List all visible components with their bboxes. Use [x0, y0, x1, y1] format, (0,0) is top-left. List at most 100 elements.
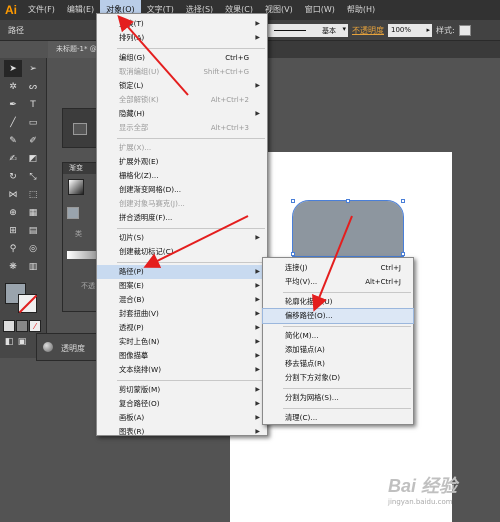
- rectangle-tool-icon[interactable]: ▭: [24, 114, 42, 131]
- submenu-item-add-anchor-points[interactable]: 添加锚点(A): [263, 343, 413, 357]
- shape-builder-tool-icon[interactable]: ⊕: [4, 204, 22, 221]
- menu-item-compound-path[interactable]: 复合路径(O) ▶: [97, 397, 267, 411]
- selection-handle[interactable]: [346, 199, 350, 203]
- menu-item-slice[interactable]: 切片(S) ▶: [97, 231, 267, 245]
- submenu-item-divide-objects-below[interactable]: 分割下方对象(D): [263, 371, 413, 385]
- selection-tool-icon[interactable]: ➤: [4, 60, 22, 77]
- menu-item-expand-appearance[interactable]: 扩展外观(E): [97, 155, 267, 169]
- perspective-grid-tool-icon[interactable]: ▦: [24, 204, 42, 221]
- menu-item-artboards[interactable]: 画板(A) ▶: [97, 411, 267, 425]
- menu-item-create-trim-marks[interactable]: 创建裁切标记(C): [97, 245, 267, 259]
- chevron-right-icon: ▸: [426, 26, 430, 34]
- blob-brush-tool-icon[interactable]: ✍: [4, 150, 22, 167]
- menu-help[interactable]: 帮助(H): [341, 0, 381, 20]
- submenu-item-join[interactable]: 连接(J) Ctrl+J: [263, 261, 413, 275]
- gradient-preview-swatch[interactable]: [68, 179, 84, 195]
- menu-item-unlock-all[interactable]: 全部解锁(K) Alt+Ctrl+2: [97, 93, 267, 107]
- column-graph-tool-icon[interactable]: ▥: [24, 258, 42, 275]
- rotate-tool-icon[interactable]: ↻: [4, 168, 22, 185]
- document-tab[interactable]: 未标题-1* @: [48, 41, 98, 58]
- menu-item-clipping-mask[interactable]: 剪切蒙版(M) ▶: [97, 383, 267, 397]
- menu-item-rasterize[interactable]: 栅格化(Z)...: [97, 169, 267, 183]
- submenu-item-offset-path[interactable]: 偏移路径(O)...: [262, 308, 414, 324]
- object-menu-dropdown: 变换(T) ▶ 排列(A) ▶ 编组(G) Ctrl+G 取消编组(U) Shift+C…: [96, 13, 268, 436]
- menu-separator: [283, 292, 411, 293]
- menu-item-group[interactable]: 编组(G) Ctrl+G: [97, 51, 267, 65]
- pencil-tool-icon[interactable]: ✐: [24, 132, 42, 149]
- type-tool-icon[interactable]: T: [24, 96, 42, 113]
- menu-item-transform[interactable]: 变换(T) ▶: [97, 17, 267, 31]
- submenu-item-remove-anchor-points[interactable]: 移去锚点(R): [263, 357, 413, 371]
- menu-item-blend[interactable]: 混合(B) ▶: [97, 293, 267, 307]
- selection-handle[interactable]: [291, 199, 295, 203]
- menu-edit[interactable]: 编辑(E): [61, 0, 100, 20]
- submenu-item-average[interactable]: 平均(V)... Alt+Ctrl+J: [263, 275, 413, 289]
- draw-mode-icon[interactable]: ◧: [3, 336, 15, 348]
- menu-item-live-paint[interactable]: 实时上色(N) ▶: [97, 335, 267, 349]
- gradient-slider[interactable]: [67, 251, 97, 259]
- chevron-right-icon: ▶: [255, 324, 260, 331]
- none-mode-icon[interactable]: ⁄: [29, 320, 41, 332]
- menu-item-create-object-mosaic[interactable]: 创建对象马赛克(J)...: [97, 197, 267, 211]
- mesh-tool-icon[interactable]: ⊞: [4, 222, 22, 239]
- opacity-link[interactable]: 不透明度: [352, 25, 384, 36]
- tools-panel: ➤ ➢ ✲ ᔕ ✒ T ╱ ▭ ✎ ✐ ✍ ◩ ↻ ⤡ ⋈ ⬚ ⊕ ▦ ⊞ ▤ …: [0, 58, 47, 358]
- menu-item-image-trace[interactable]: 图像描摹 ▶: [97, 349, 267, 363]
- gradient-tool-icon[interactable]: ▤: [24, 222, 42, 239]
- width-tool-icon[interactable]: ⋈: [4, 186, 22, 203]
- menu-window[interactable]: 窗口(W): [299, 0, 341, 20]
- color-mode-icon[interactable]: [3, 320, 15, 332]
- selection-handle[interactable]: [401, 199, 405, 203]
- free-transform-tool-icon[interactable]: ⬚: [24, 186, 42, 203]
- graphic-style-swatch[interactable]: [458, 25, 471, 36]
- menu-item-expand[interactable]: 扩展(X)...: [97, 141, 267, 155]
- submenu-item-outline-stroke[interactable]: 轮廓化描边(U): [263, 295, 413, 309]
- panel-menu-icon[interactable]: [73, 123, 87, 135]
- lasso-tool-icon[interactable]: ᔕ: [24, 78, 42, 95]
- menu-item-arrange[interactable]: 排列(A) ▶: [97, 31, 267, 45]
- menu-item-flatten-transparency[interactable]: 拼合透明度(F)...: [97, 211, 267, 225]
- selection-type-label: 路径: [8, 25, 24, 35]
- menu-file[interactable]: 文件(F): [22, 0, 61, 20]
- watermark-url: jingyan.baidu.com: [388, 498, 453, 506]
- menu-item-lock[interactable]: 锁定(L) ▶: [97, 79, 267, 93]
- stroke-style-select[interactable]: 基本 ▾: [268, 24, 348, 37]
- symbol-sprayer-tool-icon[interactable]: ❋: [4, 258, 22, 275]
- opacity-input[interactable]: 100% ▸: [388, 24, 432, 37]
- selection-handle[interactable]: [291, 252, 295, 256]
- transparency-panel[interactable]: 透明度: [36, 333, 98, 361]
- menu-item-create-gradient-mesh[interactable]: 创建渐变网格(D)...: [97, 183, 267, 197]
- menu-item-text-wrap[interactable]: 文本绕排(W) ▶: [97, 363, 267, 377]
- menu-item-show-all[interactable]: 显示全部 Alt+Ctrl+3: [97, 121, 267, 135]
- gradient-mode-icon[interactable]: [16, 320, 28, 332]
- blend-tool-icon[interactable]: ◎: [24, 240, 42, 257]
- menu-separator: [117, 138, 265, 139]
- menu-item-graph[interactable]: 图表(R) ▶: [97, 425, 267, 439]
- chevron-right-icon: ▶: [255, 282, 260, 289]
- submenu-item-clean-up[interactable]: 清理(C)...: [263, 411, 413, 425]
- menu-item-pattern[interactable]: 图案(E) ▶: [97, 279, 267, 293]
- submenu-item-simplify[interactable]: 简化(M)...: [263, 329, 413, 343]
- eyedropper-tool-icon[interactable]: ⚲: [4, 240, 22, 257]
- menu-item-perspective[interactable]: 透视(P) ▶: [97, 321, 267, 335]
- paintbrush-tool-icon[interactable]: ✎: [4, 132, 22, 149]
- screen-mode-icon[interactable]: ▣: [16, 336, 28, 348]
- stroke-color-swatch[interactable]: [18, 294, 37, 313]
- chevron-right-icon: ▶: [255, 428, 260, 435]
- magic-wand-tool-icon[interactable]: ✲: [4, 78, 22, 95]
- rounded-rectangle-shape[interactable]: [292, 200, 404, 257]
- line-tool-icon[interactable]: ╱: [4, 114, 22, 131]
- menu-item-envelope-distort[interactable]: 封套扭曲(V) ▶: [97, 307, 267, 321]
- selection-handle[interactable]: [401, 252, 405, 256]
- scale-tool-icon[interactable]: ⤡: [24, 168, 42, 185]
- direct-selection-tool-icon[interactable]: ➢: [24, 60, 42, 77]
- pen-tool-icon[interactable]: ✒: [4, 96, 22, 113]
- gradient-fill-icon[interactable]: [67, 207, 79, 219]
- menu-item-hide[interactable]: 隐藏(H) ▶: [97, 107, 267, 121]
- menu-item-path[interactable]: 路径(P) ▶: [97, 265, 267, 279]
- eraser-tool-icon[interactable]: ◩: [24, 150, 42, 167]
- submenu-item-split-into-grid[interactable]: 分割为网格(S)...: [263, 391, 413, 405]
- transparency-label: 透明度: [61, 344, 85, 353]
- gradient-panel-tab[interactable]: 渐变: [63, 163, 99, 174]
- menu-item-ungroup[interactable]: 取消编组(U) Shift+Ctrl+G: [97, 65, 267, 79]
